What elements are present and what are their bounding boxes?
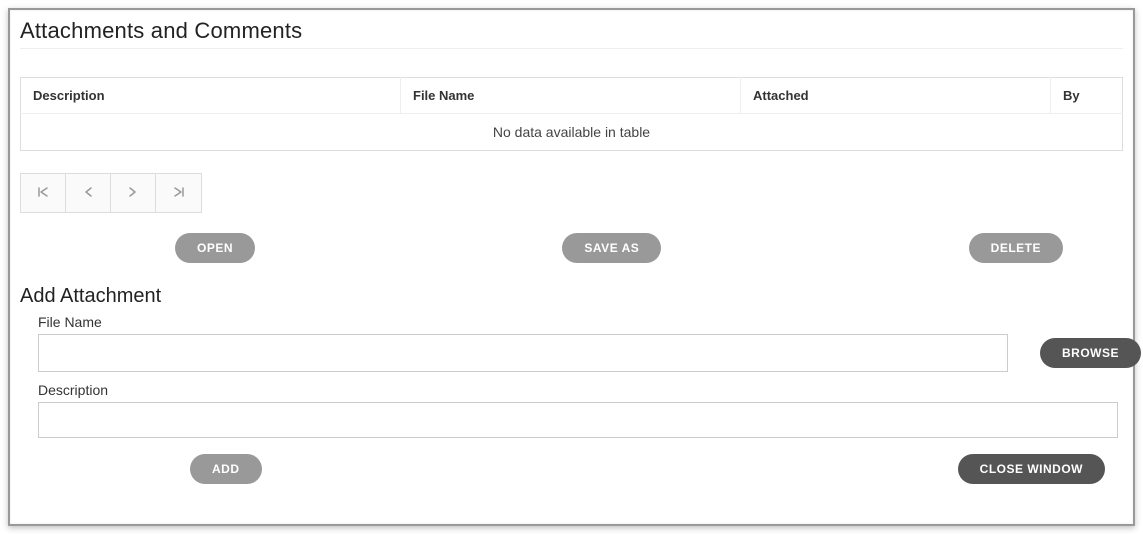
page-first-button[interactable] (21, 174, 66, 212)
divider (20, 48, 1123, 49)
add-button[interactable]: ADD (190, 454, 262, 484)
browse-button[interactable]: BROWSE (1040, 338, 1141, 368)
col-attached[interactable]: Attached (741, 78, 1051, 114)
open-button[interactable]: OPEN (175, 233, 255, 263)
pagination (20, 173, 202, 213)
save-as-button[interactable]: SAVE AS (562, 233, 661, 263)
table-empty-message: No data available in table (21, 114, 1123, 151)
bottom-actions: ADD CLOSE WINDOW (20, 454, 1123, 484)
dialog-frame: Attachments and Comments Description Fil… (8, 8, 1135, 526)
page-prev-button[interactable] (66, 174, 111, 212)
page-last-button[interactable] (156, 174, 201, 212)
close-window-button[interactable]: CLOSE WINDOW (958, 454, 1105, 484)
page-title: Attachments and Comments (20, 18, 1123, 44)
description-row (20, 402, 1123, 438)
col-description[interactable]: Description (21, 78, 401, 114)
attachments-table: Description File Name Attached By No dat… (20, 77, 1123, 151)
col-by[interactable]: By (1051, 78, 1123, 114)
page-next-icon (128, 186, 138, 201)
table-header-row: Description File Name Attached By (21, 78, 1123, 114)
table-actions: OPEN SAVE AS DELETE (20, 233, 1123, 263)
page-first-icon (37, 186, 49, 201)
description-input[interactable] (38, 402, 1118, 438)
file-name-row: BROWSE (20, 334, 1123, 372)
col-file-name[interactable]: File Name (401, 78, 741, 114)
file-name-input[interactable] (38, 334, 1008, 372)
delete-button[interactable]: DELETE (969, 233, 1063, 263)
description-label: Description (38, 382, 1123, 398)
file-name-label: File Name (38, 314, 1123, 330)
page-prev-icon (83, 186, 93, 201)
page-last-icon (173, 186, 185, 201)
table-empty-row: No data available in table (21, 114, 1123, 151)
page-next-button[interactable] (111, 174, 156, 212)
add-attachment-title: Add Attachment (20, 285, 1123, 308)
